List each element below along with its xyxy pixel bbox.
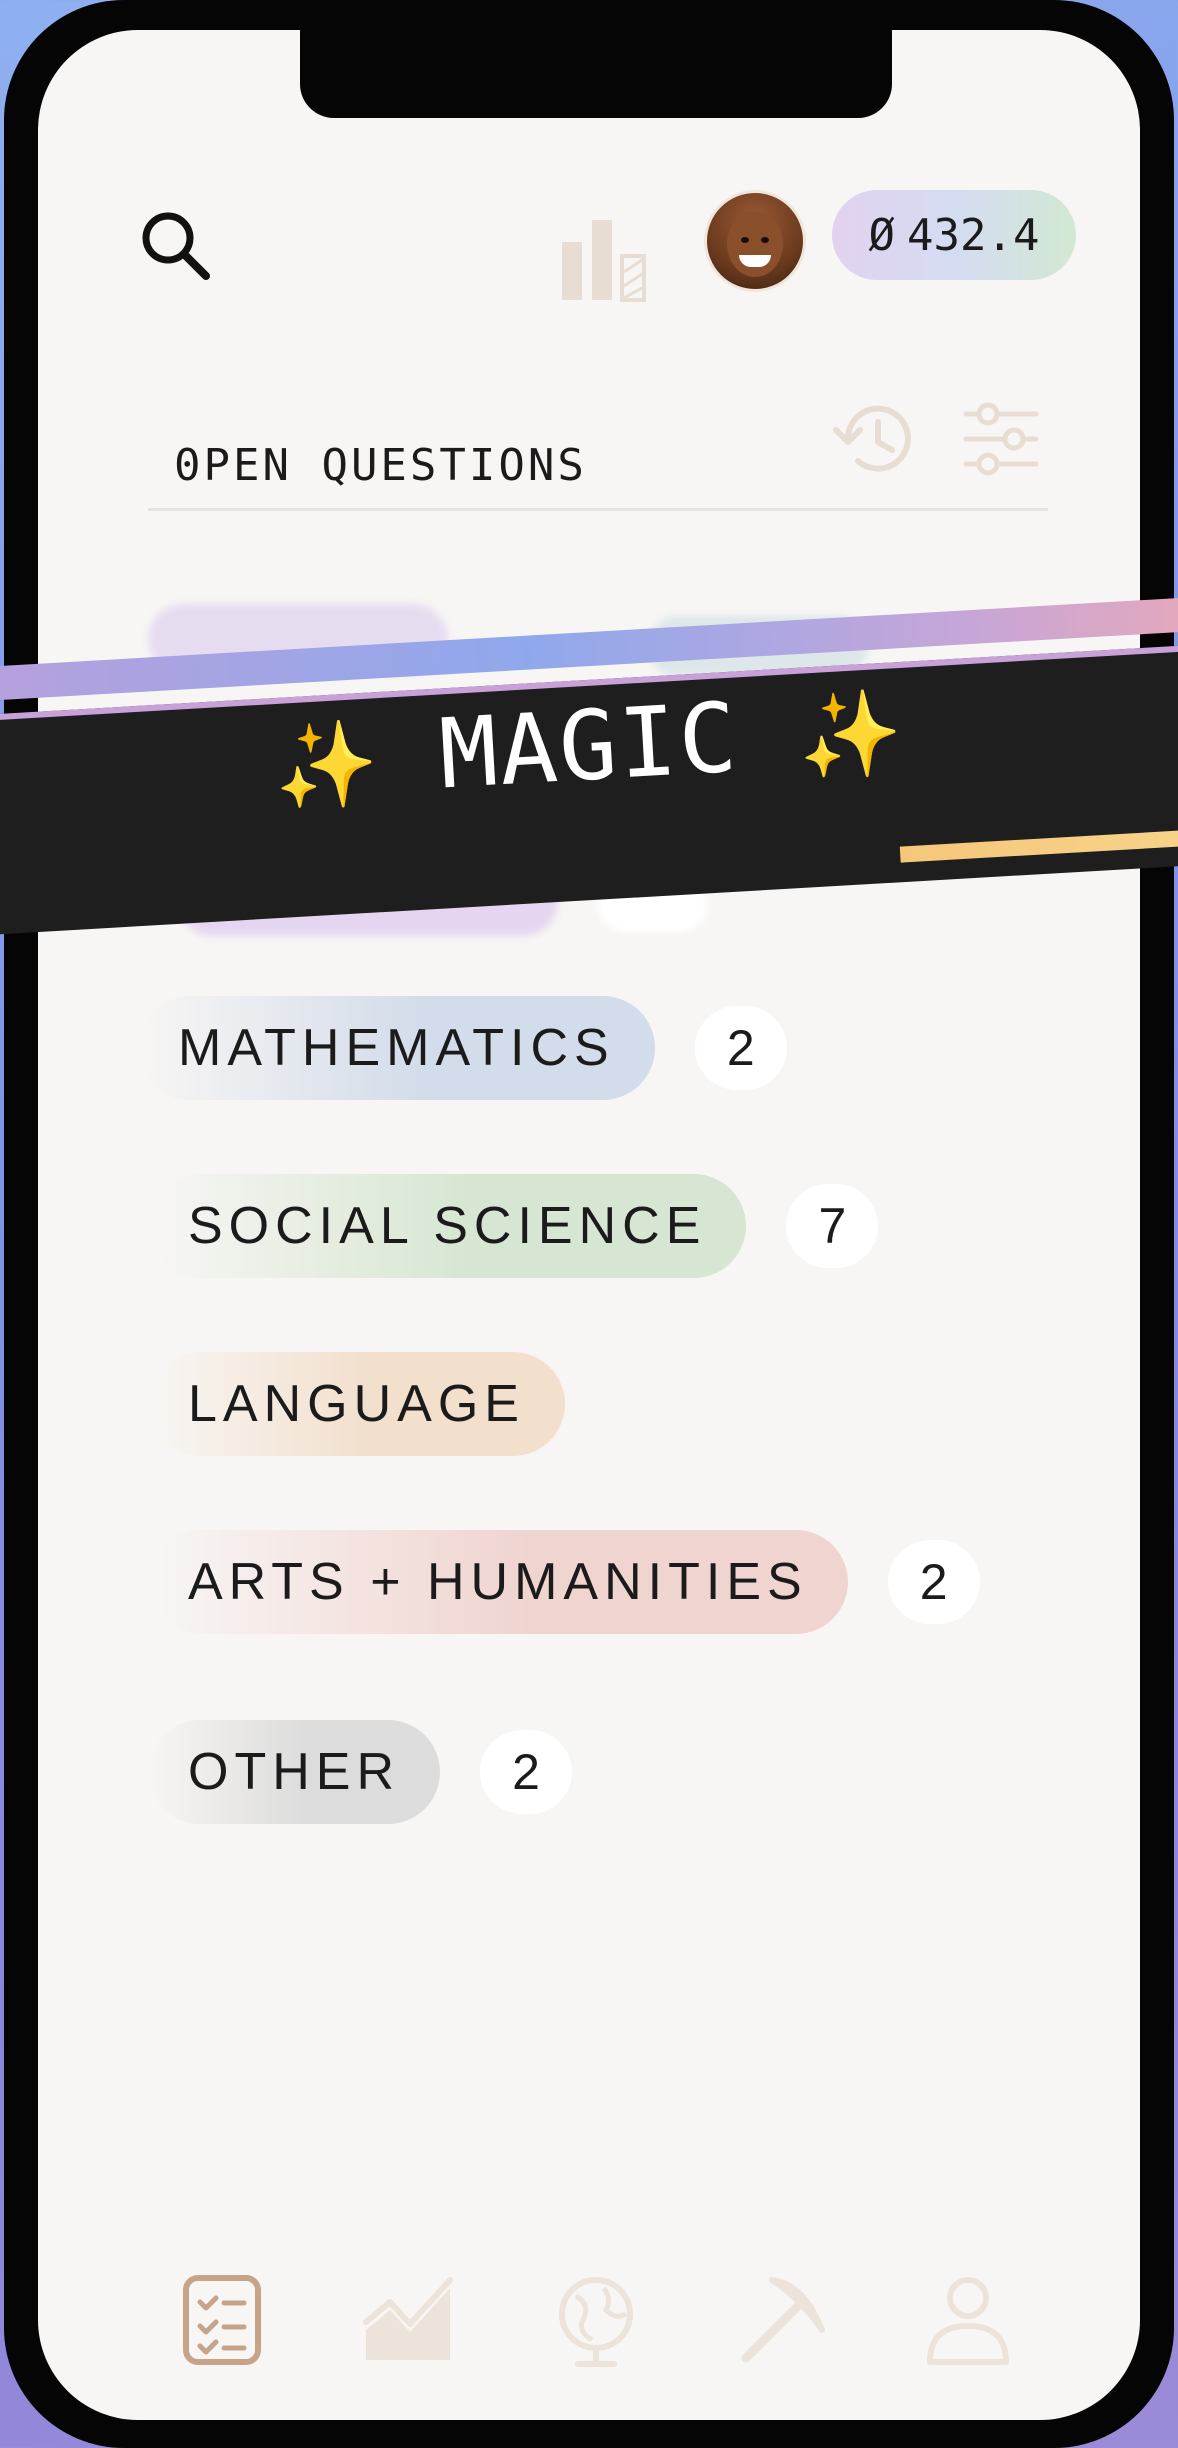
category-count-badge: 7	[786, 1184, 879, 1268]
hidden-category-pill	[148, 604, 448, 674]
category-label: ARTS + HUMANITIES	[188, 1553, 808, 1611]
tasks-icon[interactable]	[172, 2270, 272, 2370]
category-row-language[interactable]: LANGUAGE	[148, 1352, 565, 1456]
category-count-badge: 2	[694, 1006, 787, 1090]
pickaxe-icon[interactable]	[732, 2270, 832, 2370]
category-pill[interactable]: MATHEMATICS	[138, 996, 655, 1100]
category-label: MATHEMATICS	[178, 1019, 615, 1077]
category-label: LANGUAGE	[188, 1375, 525, 1433]
phone-frame: Ø 432.4 0PEN QUESTIONS MATHEMATICS 2 SOC…	[4, 0, 1174, 2448]
globe-icon[interactable]	[546, 2270, 646, 2370]
category-pill[interactable]: SOCIAL SCIENCE	[148, 1174, 747, 1278]
history-icon[interactable]	[828, 394, 918, 484]
sliders-icon[interactable]	[956, 394, 1046, 484]
sparkle-icon: ✨	[271, 713, 384, 818]
balance-value: 432.4	[907, 209, 1040, 261]
header-divider	[148, 508, 1048, 511]
category-pill[interactable]: LANGUAGE	[148, 1352, 565, 1456]
banner-label: MAGIC	[436, 681, 742, 811]
hidden-category-pill	[648, 616, 868, 676]
section-title: 0PEN QUESTIONS	[174, 440, 587, 491]
profile-icon[interactable]	[918, 2270, 1018, 2370]
balance-pill[interactable]: Ø 432.4	[832, 190, 1076, 280]
avatar[interactable]	[704, 190, 806, 292]
category-row-social-science[interactable]: SOCIAL SCIENCE 7	[148, 1174, 879, 1278]
category-label: SOCIAL SCIENCE	[188, 1197, 707, 1255]
category-count-badge: 2	[887, 1540, 980, 1624]
bar-chart-icon[interactable]	[558, 216, 650, 302]
search-icon[interactable]	[136, 206, 216, 286]
notch	[300, 30, 892, 118]
category-pill[interactable]: OTHER	[148, 1720, 440, 1824]
category-count-badge: 2	[480, 1730, 572, 1814]
trend-chart-icon[interactable]	[358, 2270, 458, 2370]
sparkle-icon: ✨	[795, 682, 908, 787]
hidden-category-pill	[178, 866, 558, 936]
category-label: OTHER	[188, 1743, 400, 1801]
category-row-other[interactable]: OTHER 2	[148, 1720, 572, 1824]
currency-symbol: Ø	[868, 209, 896, 261]
hidden-category-badge	[598, 876, 708, 932]
app-screen: Ø 432.4 0PEN QUESTIONS MATHEMATICS 2 SOC…	[38, 30, 1140, 2420]
category-row-mathematics[interactable]: MATHEMATICS 2	[138, 996, 787, 1100]
category-row-arts-humanities[interactable]: ARTS + HUMANITIES 2	[148, 1530, 980, 1634]
category-pill[interactable]: ARTS + HUMANITIES	[148, 1530, 848, 1634]
